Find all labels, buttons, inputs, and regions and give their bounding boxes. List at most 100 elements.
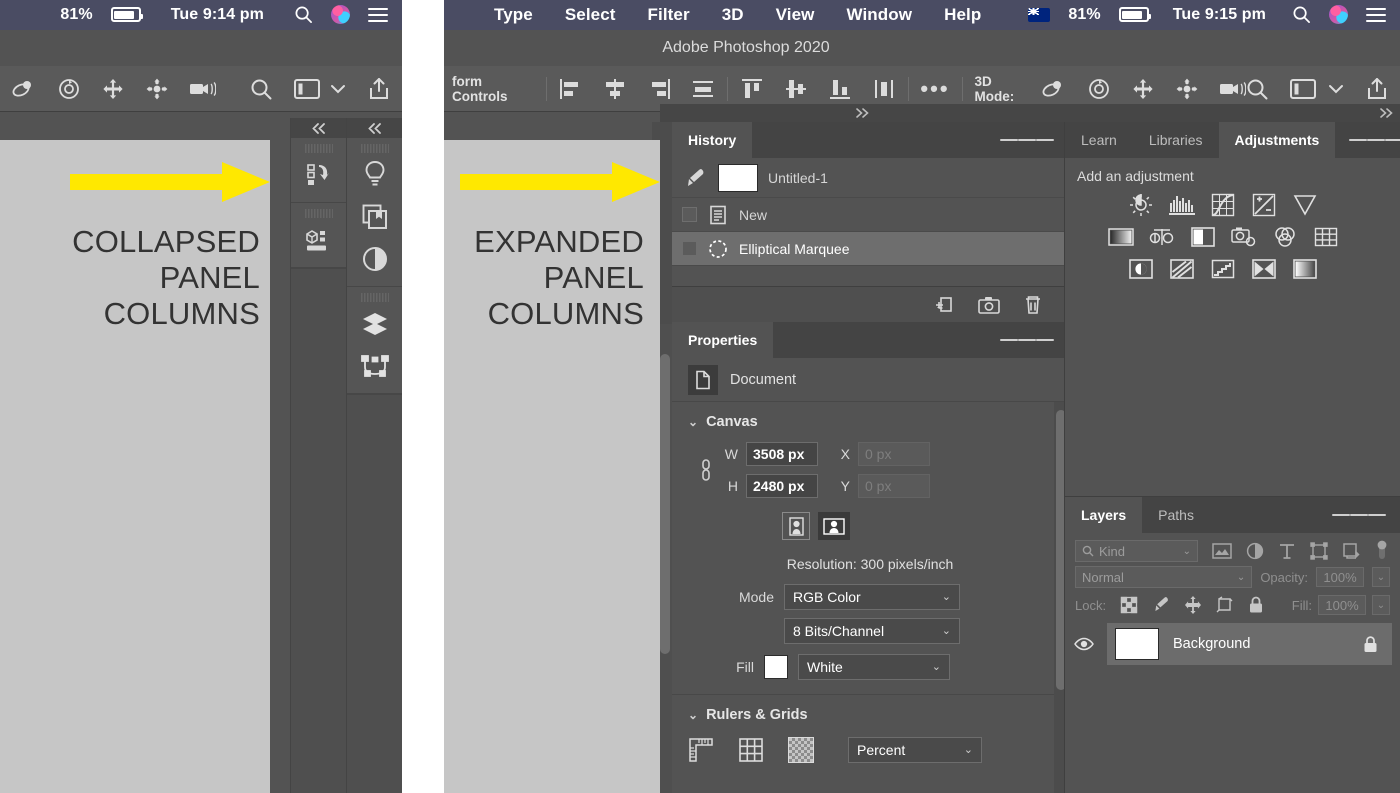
spotlight-search-icon[interactable] <box>1292 5 1311 24</box>
paths-icon[interactable] <box>347 345 402 387</box>
levels-icon[interactable] <box>1168 192 1196 218</box>
vibrance-icon[interactable] <box>1291 192 1319 218</box>
history-icon[interactable] <box>291 154 346 196</box>
chevron-down-icon[interactable] <box>330 83 346 95</box>
rulers-grids-header[interactable]: ⌄ Rulers & Grids <box>688 707 1052 723</box>
panel-menu-icon[interactable] <box>986 322 1068 358</box>
fill-swatch[interactable] <box>764 655 788 679</box>
control-center-icon[interactable] <box>1366 5 1386 25</box>
collapsed-panel-column-1[interactable] <box>290 118 346 793</box>
lock-artboard-icon[interactable] <box>1216 596 1234 614</box>
filter-pixel-icon[interactable] <box>1212 543 1232 559</box>
delete-icon[interactable] <box>1024 295 1042 315</box>
collapsed-panel-column-2[interactable] <box>346 118 402 793</box>
chevron-down-icon[interactable] <box>1328 83 1344 95</box>
filter-smartobject-icon[interactable] <box>1342 542 1360 560</box>
transparency-grid-icon[interactable] <box>788 737 814 763</box>
lock-transparent-pixels-icon[interactable] <box>1120 596 1138 614</box>
threshold-icon[interactable] <box>1209 256 1237 282</box>
share-icon[interactable] <box>368 77 390 101</box>
panel-menu-icon[interactable] <box>1318 497 1400 533</box>
spotlight-search-icon[interactable] <box>294 5 313 24</box>
3d-pan-icon[interactable] <box>1132 78 1154 100</box>
history-snapshot-row[interactable]: Untitled-1 <box>672 158 1068 198</box>
3d-orbit-icon[interactable] <box>1042 78 1066 100</box>
landscape-icon[interactable] <box>818 512 850 540</box>
menu-item-window[interactable]: Window <box>830 5 928 25</box>
filter-kind-select[interactable]: Kind ⌄ <box>1075 540 1198 562</box>
filter-shape-icon[interactable] <box>1310 542 1328 560</box>
3d-camera-icon[interactable] <box>1220 80 1247 98</box>
invert-icon[interactable] <box>1127 256 1155 282</box>
panel-menu-icon[interactable] <box>1335 122 1400 158</box>
fill-chevron-icon[interactable]: ⌄ <box>1372 595 1390 615</box>
panel-drag-handle[interactable] <box>360 293 389 302</box>
bit-depth-select[interactable]: 8 Bits/Channel ⌄ <box>784 618 960 644</box>
menu-item-type[interactable]: Type <box>478 5 549 25</box>
opacity-chevron-icon[interactable]: ⌄ <box>1372 567 1390 587</box>
panel-drag-handle[interactable] <box>360 144 389 153</box>
canvas-section-header[interactable]: ⌄ Canvas <box>688 414 1052 430</box>
curves-icon[interactable] <box>1209 192 1237 218</box>
lock-all-icon[interactable] <box>1248 596 1264 614</box>
posterize-icon[interactable] <box>1168 256 1196 282</box>
height-input[interactable]: 2480 px <box>746 474 818 498</box>
panel-menu-icon[interactable] <box>986 122 1068 158</box>
history-brush-source-checkbox[interactable] <box>682 207 697 222</box>
width-input[interactable]: 3508 px <box>746 442 818 466</box>
fill-select[interactable]: White ⌄ <box>798 654 950 680</box>
align-horizontal-centers-icon[interactable] <box>603 78 627 100</box>
3d-roll-icon[interactable] <box>58 78 80 100</box>
color-mode-select[interactable]: RGB Color ⌄ <box>784 584 960 610</box>
tab-adjustments[interactable]: Adjustments <box>1218 122 1336 158</box>
workspace-switcher-icon[interactable] <box>294 78 320 99</box>
adjustments-icon[interactable] <box>347 238 402 280</box>
history-brush-source-checkbox[interactable] <box>682 241 697 256</box>
opacity-value[interactable]: 100% <box>1316 567 1364 587</box>
layers-icon[interactable] <box>347 303 402 345</box>
expand-panels-chevron-1[interactable] <box>291 118 346 138</box>
distribute-vertically-icon[interactable] <box>872 78 896 100</box>
lock-position-icon[interactable] <box>1184 596 1202 614</box>
learn-bulb-icon[interactable] <box>347 154 402 196</box>
tab-layers[interactable]: Layers <box>1065 497 1143 533</box>
grid-icon[interactable] <box>738 737 764 763</box>
share-icon[interactable] <box>1366 77 1388 101</box>
expand-panels-chevron-2[interactable] <box>347 118 402 138</box>
create-snapshot-icon[interactable] <box>978 296 1000 314</box>
libraries-icon[interactable] <box>347 196 402 238</box>
y-input[interactable]: 0 px <box>858 474 930 498</box>
channel-mixer-icon[interactable] <box>1271 224 1299 250</box>
3d-pan-icon[interactable] <box>102 78 124 100</box>
menu-item-3d[interactable]: 3D <box>706 5 760 25</box>
siri-icon[interactable] <box>1329 5 1348 25</box>
fill-value[interactable]: 100% <box>1318 595 1366 615</box>
tab-properties[interactable]: Properties <box>672 322 774 358</box>
selective-color-icon[interactable] <box>1250 256 1278 282</box>
au-flag-icon[interactable] <box>1028 7 1051 22</box>
color-balance-icon[interactable] <box>1148 224 1176 250</box>
3d-orbit-icon[interactable] <box>12 78 36 100</box>
x-input[interactable]: 0 px <box>858 442 930 466</box>
portrait-icon[interactable] <box>782 512 810 540</box>
properties-icon[interactable] <box>291 219 346 261</box>
hue-saturation-icon[interactable] <box>1107 224 1135 250</box>
color-lookup-icon[interactable] <box>1312 224 1340 250</box>
tab-history[interactable]: History <box>672 122 753 158</box>
blend-mode-select[interactable]: Normal ⌄ <box>1075 566 1253 588</box>
filter-type-icon[interactable] <box>1278 542 1296 560</box>
layer-visibility-icon[interactable] <box>1073 637 1095 651</box>
3d-roll-icon[interactable] <box>1088 78 1110 100</box>
more-options-button[interactable]: ••• <box>920 77 949 99</box>
menu-item-select[interactable]: Select <box>549 5 632 25</box>
search-icon[interactable] <box>250 78 272 100</box>
units-select[interactable]: Percent ⌄ <box>848 737 982 763</box>
align-top-edges-icon[interactable] <box>740 78 764 100</box>
tab-paths[interactable]: Paths <box>1142 497 1210 533</box>
history-state-row[interactable]: Elliptical Marquee <box>672 232 1068 266</box>
align-bottom-edges-icon[interactable] <box>828 78 852 100</box>
siri-icon[interactable] <box>331 5 350 25</box>
brightness-contrast-icon[interactable] <box>1127 192 1155 218</box>
panel-drag-handle[interactable] <box>304 209 333 218</box>
layer-locked-icon[interactable] <box>1363 635 1378 653</box>
